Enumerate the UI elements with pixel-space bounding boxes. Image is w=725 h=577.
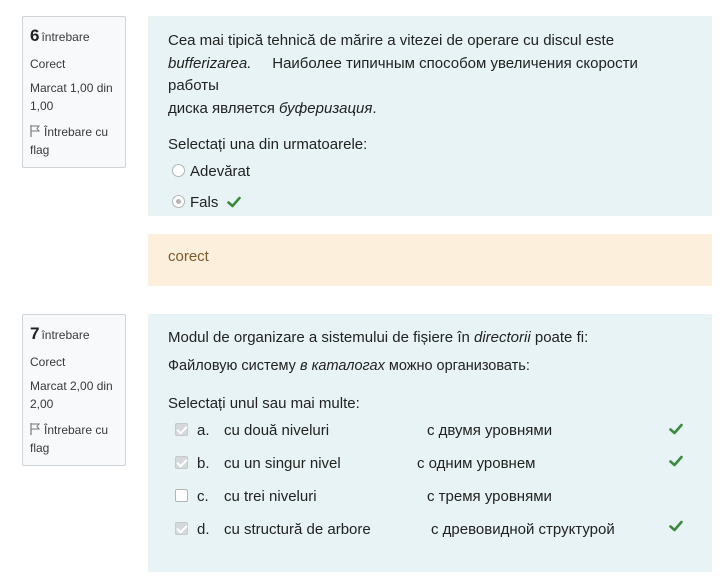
answer-text-ru: с тремя уровнями xyxy=(427,487,552,505)
flag-question-link[interactable]: Întrebare cu flag xyxy=(30,421,118,457)
flag-question-link[interactable]: Întrebare cu flag xyxy=(30,123,118,159)
answer-option-b[interactable]: b. cu un singur nivel с одним уровнем xyxy=(168,447,692,480)
question-word: întrebare xyxy=(41,328,90,342)
answer-option-false[interactable]: Fals xyxy=(168,187,692,219)
answer-option-a[interactable]: a. cu două niveluri с двумя уровнями xyxy=(168,414,692,447)
answer-letter: a. xyxy=(197,421,210,439)
answer-label: Adevărat xyxy=(190,162,251,180)
flag-label: Întrebare cu flag xyxy=(30,124,109,157)
question-text-ro-line: Modul de organizare a sistemului de fiși… xyxy=(168,327,692,350)
question-6-feedback: corect xyxy=(148,234,712,286)
correct-check-icon xyxy=(669,455,683,467)
answer-text-ro: cu trei niveluri xyxy=(224,487,317,505)
answer-letter: d. xyxy=(197,520,210,538)
answer-text-ro: cu un singur nivel xyxy=(224,454,341,472)
question-mark: Marcat 2,00 din 2,00 xyxy=(30,378,113,411)
radio-fals[interactable] xyxy=(172,194,185,208)
answer-label: Fals xyxy=(190,193,219,211)
answer-text-ru: с двумя уровнями xyxy=(427,421,553,439)
answer-option-true[interactable]: Adevărat xyxy=(168,157,692,187)
answer-option-c[interactable]: c. cu trei niveluri с тремя уровнями xyxy=(168,480,692,513)
question-number: 6 xyxy=(30,26,40,45)
question-state: Corect xyxy=(30,56,66,71)
question-6-formulation: Cea mai tipică tehnică de mărire a vitez… xyxy=(148,16,712,216)
question-text: Cea mai tipică tehnică de mărire a vitez… xyxy=(168,30,692,120)
answer-list: a. cu două niveluri с двумя уровнями b. … xyxy=(168,414,692,546)
question-state: Corect xyxy=(30,354,66,369)
answer-prompt: Selectați una din urmatoarele: xyxy=(168,136,368,153)
question-mark: Marcat 1,00 din 1,00 xyxy=(30,80,113,113)
answer-text-ru: с древовидной структурой xyxy=(431,520,615,538)
question-word: întrebare xyxy=(41,30,90,44)
question-text-ro-emphasis: bufferizarea. xyxy=(168,54,252,72)
answer-text-ro: cu structură de arbore xyxy=(224,520,371,538)
answer-letter: c. xyxy=(197,487,209,505)
question-number: 7 xyxy=(30,324,40,343)
answer-list: Adevărat Fals xyxy=(168,157,692,219)
question-text-ro-end: poate fi: xyxy=(534,329,589,346)
flag-label: Întrebare cu flag xyxy=(30,422,109,455)
checkbox-a[interactable] xyxy=(175,422,188,436)
feedback-text: corect xyxy=(168,248,209,265)
radio-adevarat[interactable] xyxy=(172,163,185,177)
question-text-ru-2: диска является xyxy=(168,99,275,117)
flag-icon xyxy=(30,124,41,137)
question-text-ru-period: . xyxy=(372,99,377,117)
question-7-formulation: Modul de organizare a sistemului de fiși… xyxy=(148,314,712,572)
question-6-info: 6 întrebare Corect Marcat 1,00 din 1,00 Î… xyxy=(22,16,126,168)
flag-icon xyxy=(30,422,41,435)
question-7-info: 7 întrebare Corect Marcat 2,00 din 2,00 Î… xyxy=(22,314,126,466)
correct-check-icon xyxy=(669,520,683,532)
correct-check-icon xyxy=(669,423,683,435)
checkbox-d[interactable] xyxy=(175,521,188,535)
answer-text-ru: с одним уровнем xyxy=(417,454,536,472)
question-text-ro: Cea mai tipică tehnică de mărire a vitez… xyxy=(168,32,615,49)
answer-option-d[interactable]: d. cu structură de arbore с древовидной … xyxy=(168,513,692,546)
question-text-ro-emphasis: directorii xyxy=(474,329,531,346)
answer-prompt: Selectați unul sau mai multe: xyxy=(168,395,360,413)
answer-letter: b. xyxy=(197,454,210,472)
question-text-ru-line: Файловую систему в каталогах можно орган… xyxy=(168,356,692,378)
question-text-ru-emphasis: буферизация xyxy=(279,99,373,117)
question-text-ru-emphasis: в каталогах xyxy=(299,357,385,374)
correct-check-icon xyxy=(226,196,241,207)
checkbox-c[interactable] xyxy=(175,488,188,502)
answer-text-ro: cu două niveluri xyxy=(224,421,330,439)
question-text-ru-end: можно организовать: xyxy=(388,357,530,374)
checkbox-b[interactable] xyxy=(175,455,188,469)
question-text-ro: Modul de organizare a sistemului de fiși… xyxy=(168,329,470,346)
question-text-ru: Файловую систему xyxy=(168,357,296,374)
